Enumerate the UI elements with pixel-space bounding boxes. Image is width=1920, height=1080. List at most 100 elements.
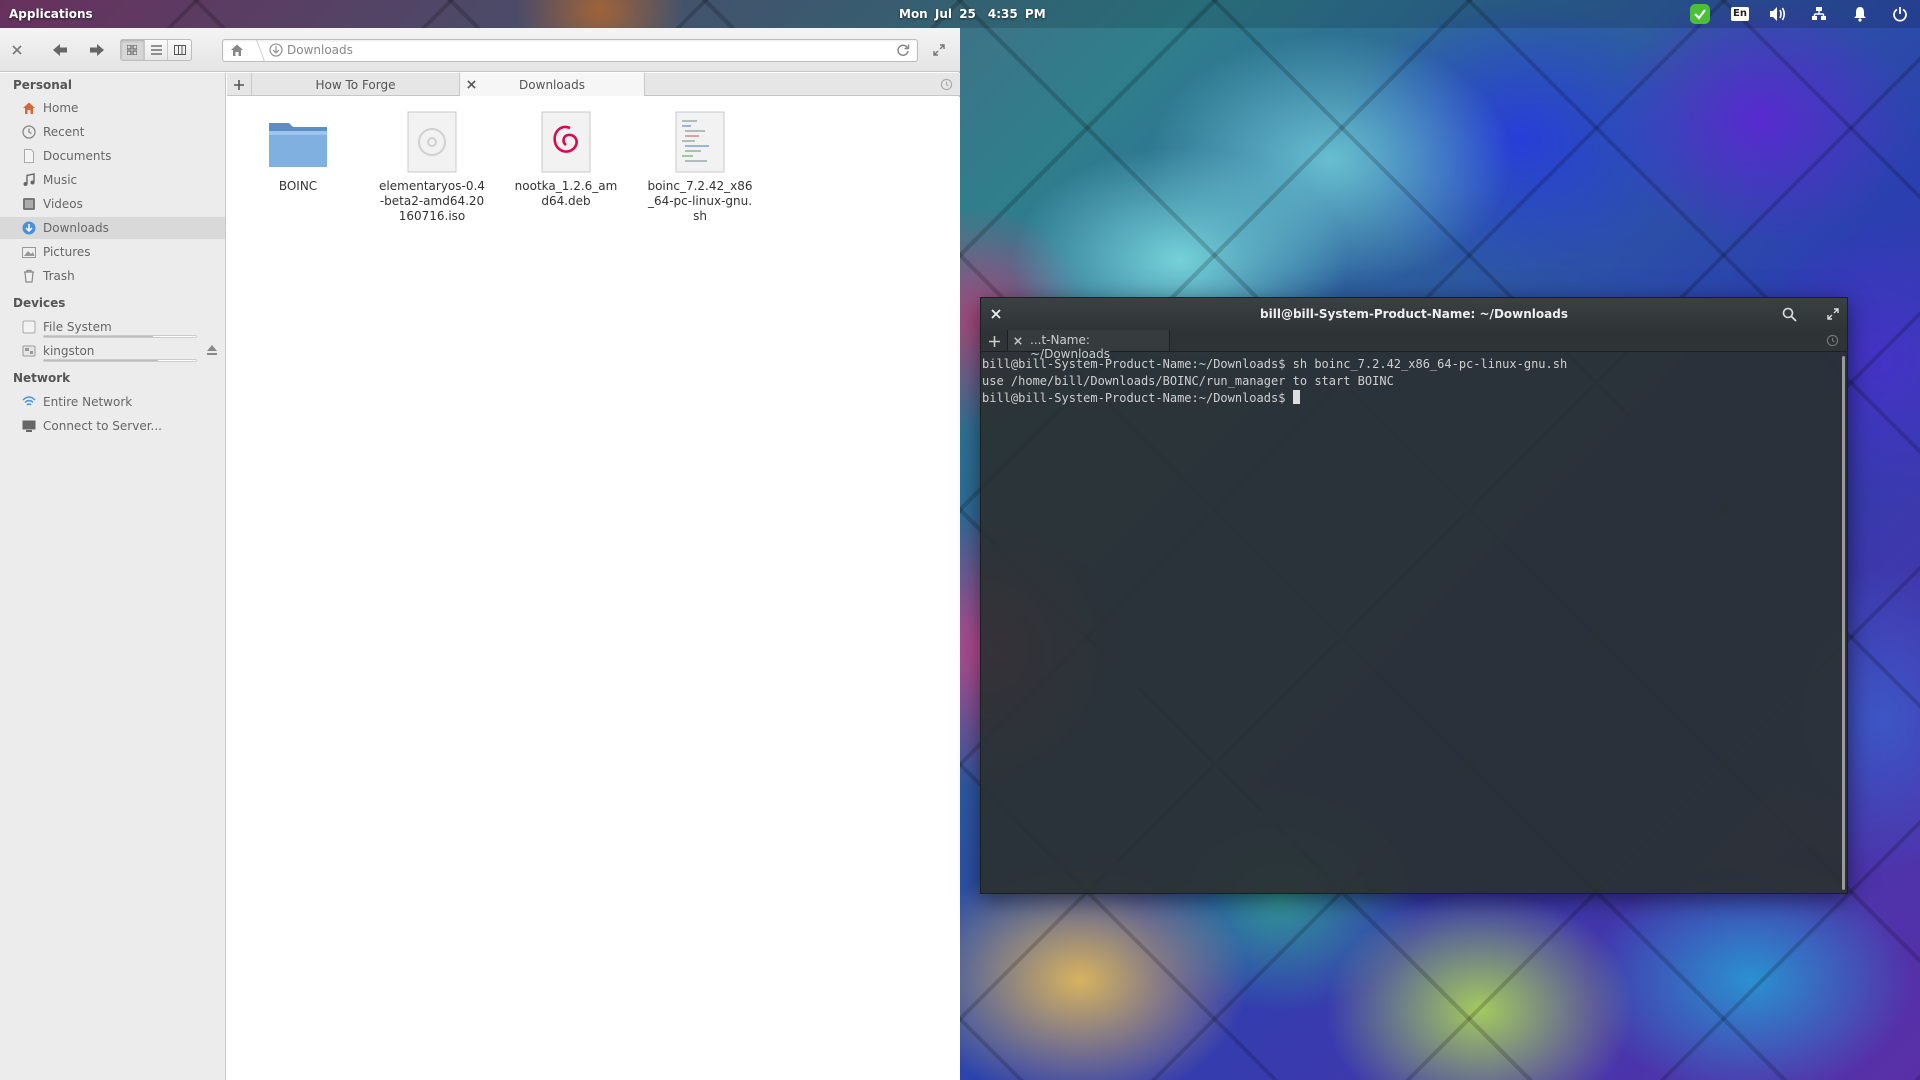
close-tab-icon[interactable] — [467, 80, 476, 89]
shell-script-icon — [669, 111, 731, 173]
home-crumb-icon[interactable] — [230, 43, 244, 61]
close-icon[interactable] — [991, 309, 1001, 319]
eject-icon[interactable] — [206, 344, 218, 356]
disc-image-icon — [401, 111, 463, 173]
network-icon — [22, 396, 36, 406]
sidebar-item-connect-server[interactable]: Connect to Server... — [0, 415, 225, 437]
file-manager-headerbar: Downloads — [0, 28, 960, 72]
sidebar-item-downloads[interactable]: Downloads — [0, 217, 225, 239]
terminal-window: bill@bill-System-Product-Name: ~/Downloa… — [980, 297, 1848, 894]
usb-drive-icon — [22, 345, 36, 357]
music-icon — [23, 173, 35, 186]
sidebar-item-recent[interactable]: Recent — [0, 121, 225, 143]
terminal-line: bill@bill-System-Product-Name:~/Download… — [982, 357, 1568, 371]
bell-icon[interactable] — [1851, 5, 1869, 23]
forward-icon[interactable] — [87, 40, 107, 60]
sidebar-item-label: Connect to Server... — [43, 419, 162, 433]
terminal-line: bill@bill-System-Product-Name:~/Download… — [982, 391, 1293, 405]
file-item-boinc[interactable]: BOINC — [236, 111, 360, 194]
sidebar-item-label: kingston — [43, 344, 95, 358]
folder-icon — [267, 111, 329, 173]
file-name: boinc_7.2.42_x86_64-pc-linux-gnu.sh — [647, 179, 753, 223]
sidebar-item-music[interactable]: Music — [0, 169, 225, 191]
debian-package-icon — [535, 111, 597, 173]
column-view-icon[interactable] — [168, 40, 191, 60]
file-item-sh[interactable]: boinc_7.2.42_x86_64-pc-linux-gnu.sh — [638, 111, 762, 224]
terminal-line: use /home/bill/Downloads/BOINC/run_manag… — [982, 374, 1394, 388]
new-tab-icon[interactable] — [227, 73, 252, 96]
volume-icon[interactable] — [1769, 5, 1787, 23]
terminal-title: bill@bill-System-Product-Name: ~/Downloa… — [1260, 307, 1568, 321]
videos-icon — [23, 198, 35, 210]
tab-bar: How To Forge Downloads — [227, 73, 960, 96]
downloads-crumb[interactable]: Downloads — [269, 43, 353, 57]
keyboard-layout-label: En — [1731, 7, 1749, 21]
closed-tabs-history-icon[interactable] — [934, 73, 958, 96]
file-grid: BOINC elementaryos-0.4-beta2-amd64.20160… — [227, 97, 960, 1080]
sidebar-item-file-system[interactable]: File System — [0, 316, 225, 338]
sidebar-item-label: Music — [43, 173, 78, 187]
sidebar-item-label: Downloads — [43, 221, 109, 235]
download-icon — [269, 43, 283, 57]
terminal-tab-bar: ...t-Name: ~/Downloads — [981, 330, 1847, 361]
documents-icon — [24, 149, 34, 163]
network-icon[interactable] — [1810, 5, 1828, 23]
downloads-icon — [22, 221, 36, 235]
sidebar-item-documents[interactable]: Documents — [0, 145, 225, 167]
home-icon — [23, 102, 35, 114]
maximize-icon[interactable] — [1827, 308, 1839, 320]
file-name: nootka_1.2.6_amd64.deb — [514, 179, 618, 208]
terminal-scrollbar[interactable] — [1842, 356, 1845, 890]
applications-menu[interactable]: Applications — [9, 7, 93, 21]
sidebar-item-label: Videos — [43, 197, 83, 211]
reload-icon[interactable] — [896, 43, 910, 61]
panel-clock[interactable]: Mon Jul 25 4:35 PM — [899, 7, 1058, 21]
terminal-titlebar: bill@bill-System-Product-Name: ~/Downloa… — [981, 298, 1847, 330]
drive-icon — [22, 320, 36, 334]
sidebar-item-label: Trash — [43, 269, 75, 283]
sidebar-item-videos[interactable]: Videos — [0, 193, 225, 215]
file-name: BOINC — [278, 179, 318, 193]
view-switcher — [120, 39, 192, 61]
text-cursor — [1292, 390, 1300, 404]
search-icon[interactable] — [1782, 307, 1797, 322]
sidebar-item-pictures[interactable]: Pictures — [0, 241, 225, 263]
new-tab-icon[interactable] — [989, 336, 1000, 347]
tab-label: Downloads — [519, 77, 585, 92]
sidebar-header-personal: Personal — [13, 78, 72, 92]
power-icon[interactable] — [1891, 5, 1909, 23]
sidebar-item-label: File System — [43, 320, 112, 334]
server-icon — [22, 420, 36, 432]
tab-downloads[interactable]: Downloads — [460, 73, 645, 96]
maximize-icon[interactable] — [930, 41, 948, 59]
sidebar-item-label: Pictures — [43, 245, 91, 259]
file-item-deb[interactable]: nootka_1.2.6_amd64.deb — [504, 111, 628, 209]
crumb-label: Downloads — [287, 43, 353, 57]
keyboard-icon[interactable]: En — [1731, 5, 1749, 23]
tab-how-to-forge[interactable]: How To Forge — [252, 73, 460, 96]
pictures-icon — [22, 247, 36, 258]
location-bar[interactable]: Downloads — [222, 39, 918, 62]
grid-view-icon[interactable] — [121, 40, 145, 60]
sidebar-item-trash[interactable]: Trash — [0, 265, 225, 287]
terminal-output[interactable]: bill@bill-System-Product-Name:~/Download… — [982, 356, 1842, 892]
clock-date: Mon Jul 25 — [899, 7, 976, 21]
sidebar-item-home[interactable]: Home — [0, 97, 225, 119]
top-panel: Applications Mon Jul 25 4:35 PM En — [0, 0, 1920, 28]
closed-tabs-history-icon[interactable] — [1826, 334, 1839, 347]
terminal-tab[interactable]: ...t-Name: ~/Downloads — [1007, 330, 1170, 361]
sidebar-item-entire-network[interactable]: Entire Network — [0, 391, 225, 413]
clock-time: 4:35 PM — [987, 7, 1046, 21]
close-icon[interactable] — [8, 41, 26, 59]
sidebar-item-label: Recent — [43, 125, 85, 139]
file-item-iso[interactable]: elementaryos-0.4-beta2-amd64.20160716.is… — [370, 111, 494, 224]
close-tab-icon[interactable] — [1014, 337, 1022, 345]
tab-label: How To Forge — [315, 77, 396, 92]
disk-usage-bar — [43, 359, 197, 362]
check-icon[interactable] — [1690, 4, 1710, 24]
sidebar-item-kingston[interactable]: kingston — [0, 340, 225, 362]
list-view-icon[interactable] — [145, 40, 169, 60]
disk-usage-bar — [43, 335, 197, 338]
back-icon[interactable] — [50, 40, 70, 60]
sidebar-item-label: Home — [43, 101, 79, 115]
